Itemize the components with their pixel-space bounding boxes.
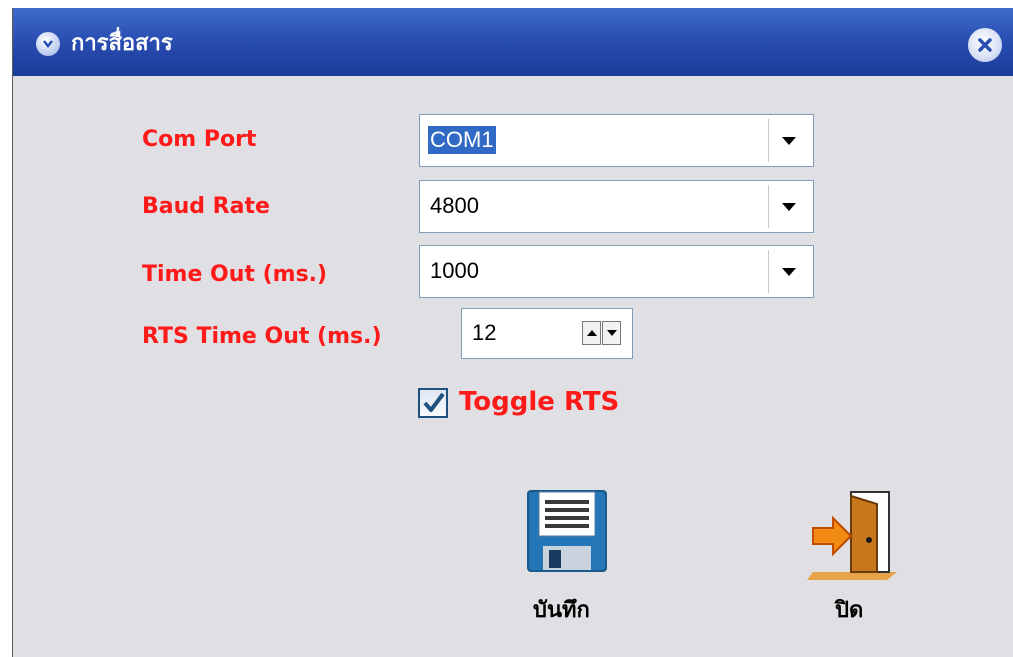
baud-rate-select[interactable]: 4800 xyxy=(419,180,814,233)
time-out-label: Time Out (ms.) xyxy=(142,262,328,287)
baud-rate-value[interactable]: 4800 xyxy=(430,192,479,220)
chevron-down-icon[interactable] xyxy=(768,185,809,228)
time-out-select[interactable]: 1000 xyxy=(419,245,814,298)
save-button[interactable]: บันทึก xyxy=(513,486,623,636)
exit-door-icon xyxy=(807,491,897,580)
baud-rate-label: Baud Rate xyxy=(142,194,270,219)
title-bar[interactable]: การสื่อสาร xyxy=(13,8,1013,76)
close-icon[interactable] xyxy=(968,28,1002,62)
com-port-label: Com Port xyxy=(142,127,257,152)
close-button[interactable]: ปิด xyxy=(803,486,913,636)
com-port-select[interactable]: COM1 xyxy=(419,114,814,167)
floppy-disk-icon xyxy=(527,490,607,572)
time-out-value[interactable]: 1000 xyxy=(430,257,479,285)
com-port-value[interactable]: COM1 xyxy=(428,126,496,154)
chevron-down-circle-icon[interactable] xyxy=(36,32,60,56)
spin-down-icon[interactable] xyxy=(602,321,621,345)
save-label: บันทึก xyxy=(533,598,590,623)
chevron-down-icon[interactable] xyxy=(768,250,809,293)
rts-time-out-spinner[interactable]: 12 xyxy=(461,308,633,359)
close-label: ปิด xyxy=(835,598,864,623)
chevron-down-icon[interactable] xyxy=(768,119,809,162)
rts-time-out-label: RTS Time Out (ms.) xyxy=(142,324,382,349)
checkmark-icon xyxy=(423,392,445,412)
toggle-rts-checkbox[interactable] xyxy=(418,388,448,418)
spin-up-icon[interactable] xyxy=(582,321,601,345)
toggle-rts-label[interactable]: Toggle RTS xyxy=(459,386,619,418)
rts-time-out-value[interactable]: 12 xyxy=(472,319,496,347)
window-title: การสื่อสาร xyxy=(71,31,173,56)
communication-dialog: การสื่อสาร Com Port COM1 Baud Rate 4800 … xyxy=(12,8,1013,657)
